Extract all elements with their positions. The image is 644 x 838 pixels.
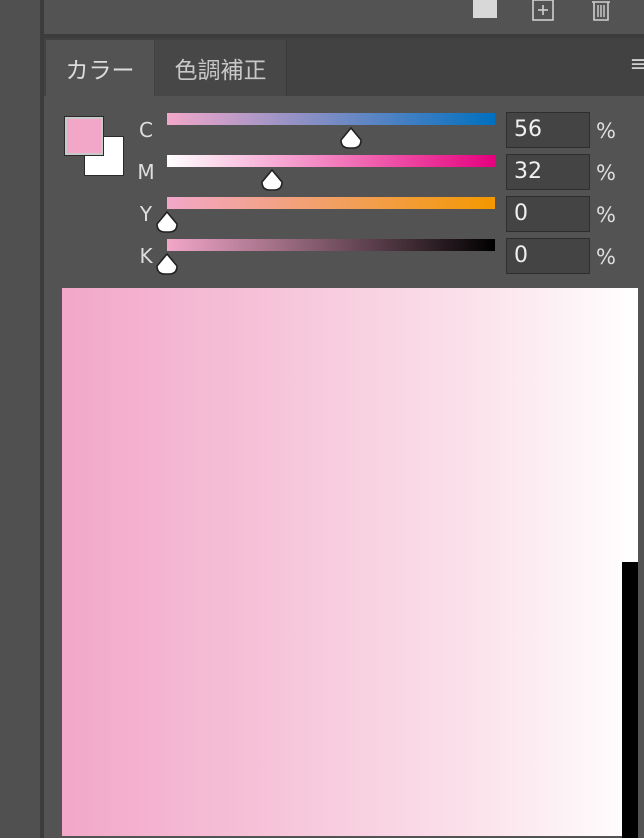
tab-bar: カラー 色調補正 ≡ (44, 38, 644, 96)
channel-y-percent: % (596, 203, 616, 227)
channel-m-label: M (137, 160, 155, 184)
channel-m-thumb[interactable] (260, 168, 284, 191)
foreground-color-swatch[interactable] (64, 116, 104, 156)
channel-k-percent: % (596, 245, 616, 269)
channel-y-thumb[interactable] (155, 210, 179, 233)
channel-c-label: C (139, 118, 153, 142)
channel-c-slider[interactable] (167, 113, 495, 125)
top-toolbar (44, 0, 644, 34)
tab-adjustments[interactable]: 色調補正 (155, 40, 287, 96)
channel-c-input[interactable]: 56 (506, 112, 590, 148)
hamburger-menu-icon[interactable]: ≡ (630, 52, 644, 77)
channel-c-thumb[interactable] (339, 126, 363, 149)
channel-k-input[interactable]: 0 (506, 238, 590, 274)
channel-k-thumb[interactable] (155, 252, 179, 275)
channel-m-slider[interactable] (167, 155, 495, 167)
channel-k-slider[interactable] (167, 239, 495, 251)
channel-y-input[interactable]: 0 (506, 196, 590, 232)
spectrum-black-strip[interactable] (622, 562, 638, 838)
left-tool-strip (0, 0, 40, 838)
trash-icon[interactable] (589, 0, 613, 26)
tab-color-label: カラー (65, 58, 135, 84)
channel-c-percent: % (596, 119, 616, 143)
tab-adjustments-label: 色調補正 (174, 58, 267, 84)
channel-y-slider[interactable] (167, 197, 495, 209)
channel-m-percent: % (596, 161, 616, 185)
folder-icon[interactable] (472, 0, 498, 24)
color-spectrum[interactable] (62, 288, 638, 836)
channel-m-input[interactable]: 32 (506, 154, 590, 190)
foreground-color-fill (68, 120, 100, 152)
tab-color[interactable]: カラー (46, 40, 154, 96)
color-panel: カラー 色調補正 ≡ C 56 % M 32 % Y 0 % K 0 % (44, 38, 644, 838)
new-layer-icon[interactable] (532, 0, 554, 26)
